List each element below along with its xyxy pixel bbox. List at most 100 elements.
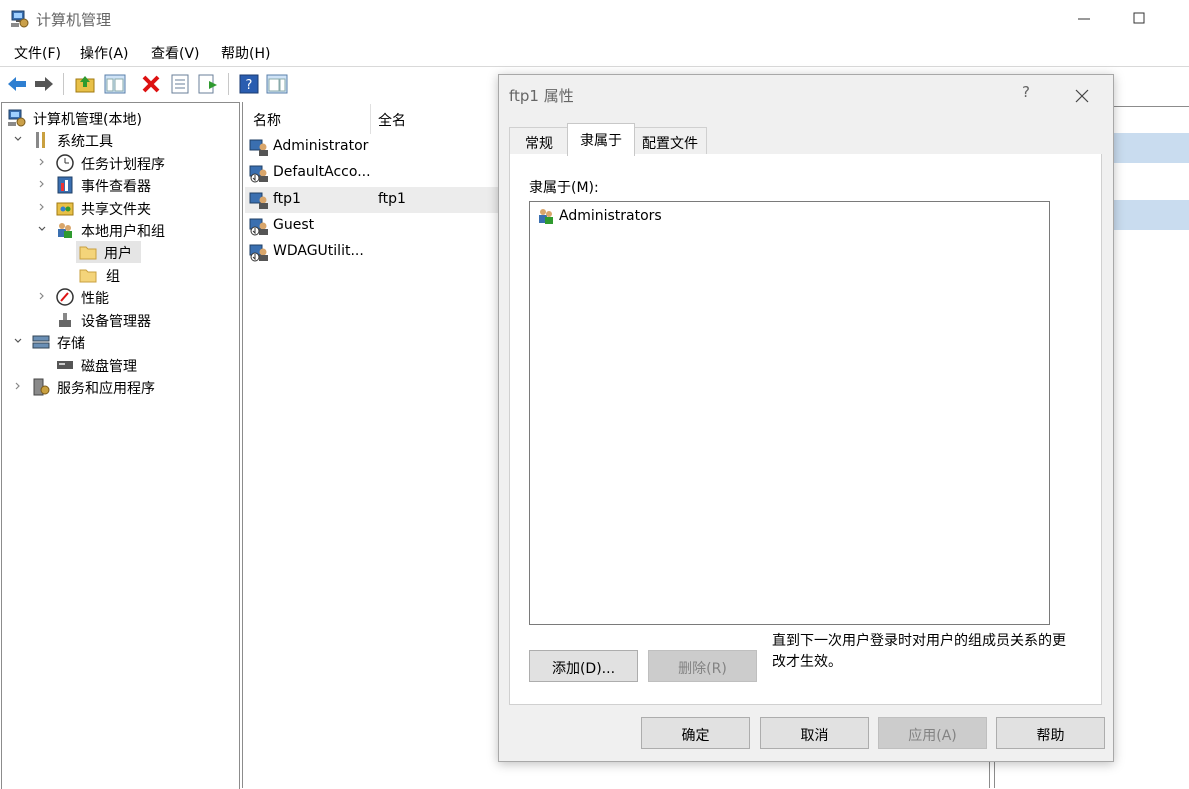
tree-item-shared-folders[interactable]: 共享文件夹 — [2, 197, 238, 219]
user-name: Administrator — [273, 138, 369, 154]
action-pane-header[interactable] — [1113, 133, 1189, 163]
tree-item-system-tools[interactable]: 系统工具 — [2, 129, 238, 151]
chevron-down-icon[interactable] — [36, 223, 48, 235]
properties-icon[interactable] — [169, 73, 191, 95]
tree-item-label: 任务计划程序 — [81, 157, 165, 173]
tree-item-performance[interactable]: 性能 — [2, 286, 238, 308]
user-list-pane: 名称 全名 Administrator DefaultAcco... ftp1 … — [242, 102, 499, 788]
pane-splitter[interactable] — [989, 760, 990, 788]
tree-item-label: 事件查看器 — [81, 179, 151, 195]
member-of-list[interactable]: Administrators — [529, 201, 1050, 625]
tab-label: 配置文件 — [642, 136, 698, 152]
chevron-down-icon[interactable] — [12, 335, 24, 347]
cancel-button[interactable]: 取消 — [760, 717, 869, 749]
chevron-right-icon[interactable] — [36, 290, 48, 302]
close-icon[interactable] — [1069, 83, 1095, 109]
ok-button[interactable]: 确定 — [641, 717, 750, 749]
forward-arrow-icon[interactable] — [33, 73, 55, 95]
menu-help[interactable]: 帮助(H) — [221, 43, 270, 63]
help-button[interactable]: 帮助 — [996, 717, 1105, 749]
tab-profile[interactable]: 配置文件 — [633, 127, 707, 155]
list-item-administrator[interactable]: Administrator — [245, 134, 499, 160]
tree-item-storage[interactable]: 存储 — [2, 331, 238, 353]
button-label: 取消 — [800, 728, 829, 744]
folder-icon — [79, 269, 97, 283]
member-of-label: 隶属于(M): — [529, 180, 599, 196]
tab-member-of[interactable]: 隶属于 — [567, 123, 635, 156]
shared-folder-icon — [56, 202, 74, 216]
button-label: 应用(A) — [908, 728, 957, 744]
tree-item-task-scheduler[interactable]: 任务计划程序 — [2, 152, 238, 174]
export-list-icon[interactable] — [197, 73, 219, 95]
menu-file[interactable]: 文件(F) — [14, 43, 61, 63]
help-icon[interactable]: ? — [238, 73, 260, 95]
up-folder-icon[interactable] — [74, 73, 96, 95]
tree-item-services-apps[interactable]: 服务和应用程序 — [2, 376, 238, 398]
user-name: Guest — [273, 217, 315, 233]
chevron-right-icon[interactable] — [36, 178, 48, 190]
chevron-right-icon[interactable] — [12, 380, 24, 392]
action-pane-header[interactable] — [1113, 200, 1189, 230]
column-separator[interactable] — [370, 104, 371, 134]
tree-item-groups[interactable]: 组 — [2, 264, 238, 286]
membership-notice: 直到下一次用户登录时对用户的组成员关系的更改才生效。 — [772, 633, 1066, 670]
performance-icon — [56, 288, 74, 306]
user-name: WDAGUtilit... — [273, 243, 364, 259]
list-item-ftp1[interactable]: ftp1 ftp1 — [245, 187, 499, 213]
storage-icon — [32, 335, 50, 349]
tree-item-label: 系统工具 — [57, 134, 113, 150]
user-disabled-icon — [249, 165, 268, 183]
maximize-button[interactable] — [1121, 6, 1157, 32]
tree-item-label: 用户 — [104, 246, 132, 262]
user-fullname: ftp1 — [378, 191, 406, 207]
tree-item-device-manager[interactable]: 设备管理器 — [2, 309, 238, 331]
tree-item-disk-management[interactable]: 磁盘管理 — [2, 354, 238, 376]
list-item-guest[interactable]: Guest — [245, 213, 499, 239]
add-button[interactable]: 添加(D)... — [529, 650, 638, 682]
tab-general[interactable]: 常规 — [509, 127, 569, 155]
menu-action[interactable]: 操作(A) — [80, 43, 129, 63]
svg-text:?: ? — [246, 78, 253, 93]
remove-button[interactable]: 删除(R) — [648, 650, 757, 682]
event-viewer-icon — [57, 176, 73, 194]
tree-item-label: 共享文件夹 — [81, 202, 151, 218]
pane-splitter[interactable] — [994, 760, 995, 788]
menu-view[interactable]: 查看(V) — [151, 43, 200, 63]
tree-item-event-viewer[interactable]: 事件查看器 — [2, 174, 238, 196]
user-name: DefaultAcco... — [273, 164, 371, 180]
action-pane-divider — [1113, 106, 1189, 107]
computer-management-icon — [11, 10, 29, 28]
tab-label: 隶属于 — [580, 133, 622, 149]
chevron-right-icon[interactable] — [36, 201, 48, 213]
tree-item-local-users-groups[interactable]: 本地用户和组 — [2, 219, 238, 241]
list-item-wdagutility[interactable]: WDAGUtilit... — [245, 239, 499, 265]
computer-management-icon — [8, 109, 26, 127]
list-item-defaultaccount[interactable]: DefaultAcco... — [245, 160, 499, 186]
minimize-button[interactable] — [1066, 6, 1102, 32]
tree-item-label: 组 — [106, 269, 120, 285]
user-icon — [249, 192, 268, 209]
show-hide-tree-icon[interactable] — [104, 73, 126, 95]
window-title: 计算机管理 — [36, 11, 112, 29]
dialog-help-button[interactable]: ? — [1018, 83, 1034, 103]
tree-item-users[interactable]: 用户 — [76, 241, 141, 263]
column-header-name[interactable]: 名称 — [253, 110, 281, 130]
button-label: 添加(D)... — [551, 661, 616, 677]
tree-item-computer-management[interactable]: 计算机管理(本地) — [2, 107, 238, 129]
back-arrow-icon[interactable] — [6, 73, 28, 95]
tree-item-label: 存储 — [57, 336, 85, 352]
folder-icon — [79, 246, 97, 260]
delete-icon[interactable] — [140, 73, 162, 95]
apply-button[interactable]: 应用(A) — [878, 717, 987, 749]
chevron-right-icon[interactable] — [36, 156, 48, 168]
toolbar-separator — [63, 73, 64, 95]
user-disabled-icon — [249, 218, 268, 236]
tab-label: 常规 — [525, 136, 553, 152]
chevron-down-icon[interactable] — [12, 133, 24, 145]
button-label: 帮助 — [1036, 728, 1065, 744]
menu-bar: 文件(F) 操作(A) 查看(V) 帮助(H) — [0, 38, 1189, 67]
action-pane-icon[interactable] — [266, 73, 288, 95]
clock-icon — [56, 154, 74, 172]
tree-item-label: 本地用户和组 — [81, 224, 165, 240]
column-header-fullname[interactable]: 全名 — [378, 110, 406, 130]
